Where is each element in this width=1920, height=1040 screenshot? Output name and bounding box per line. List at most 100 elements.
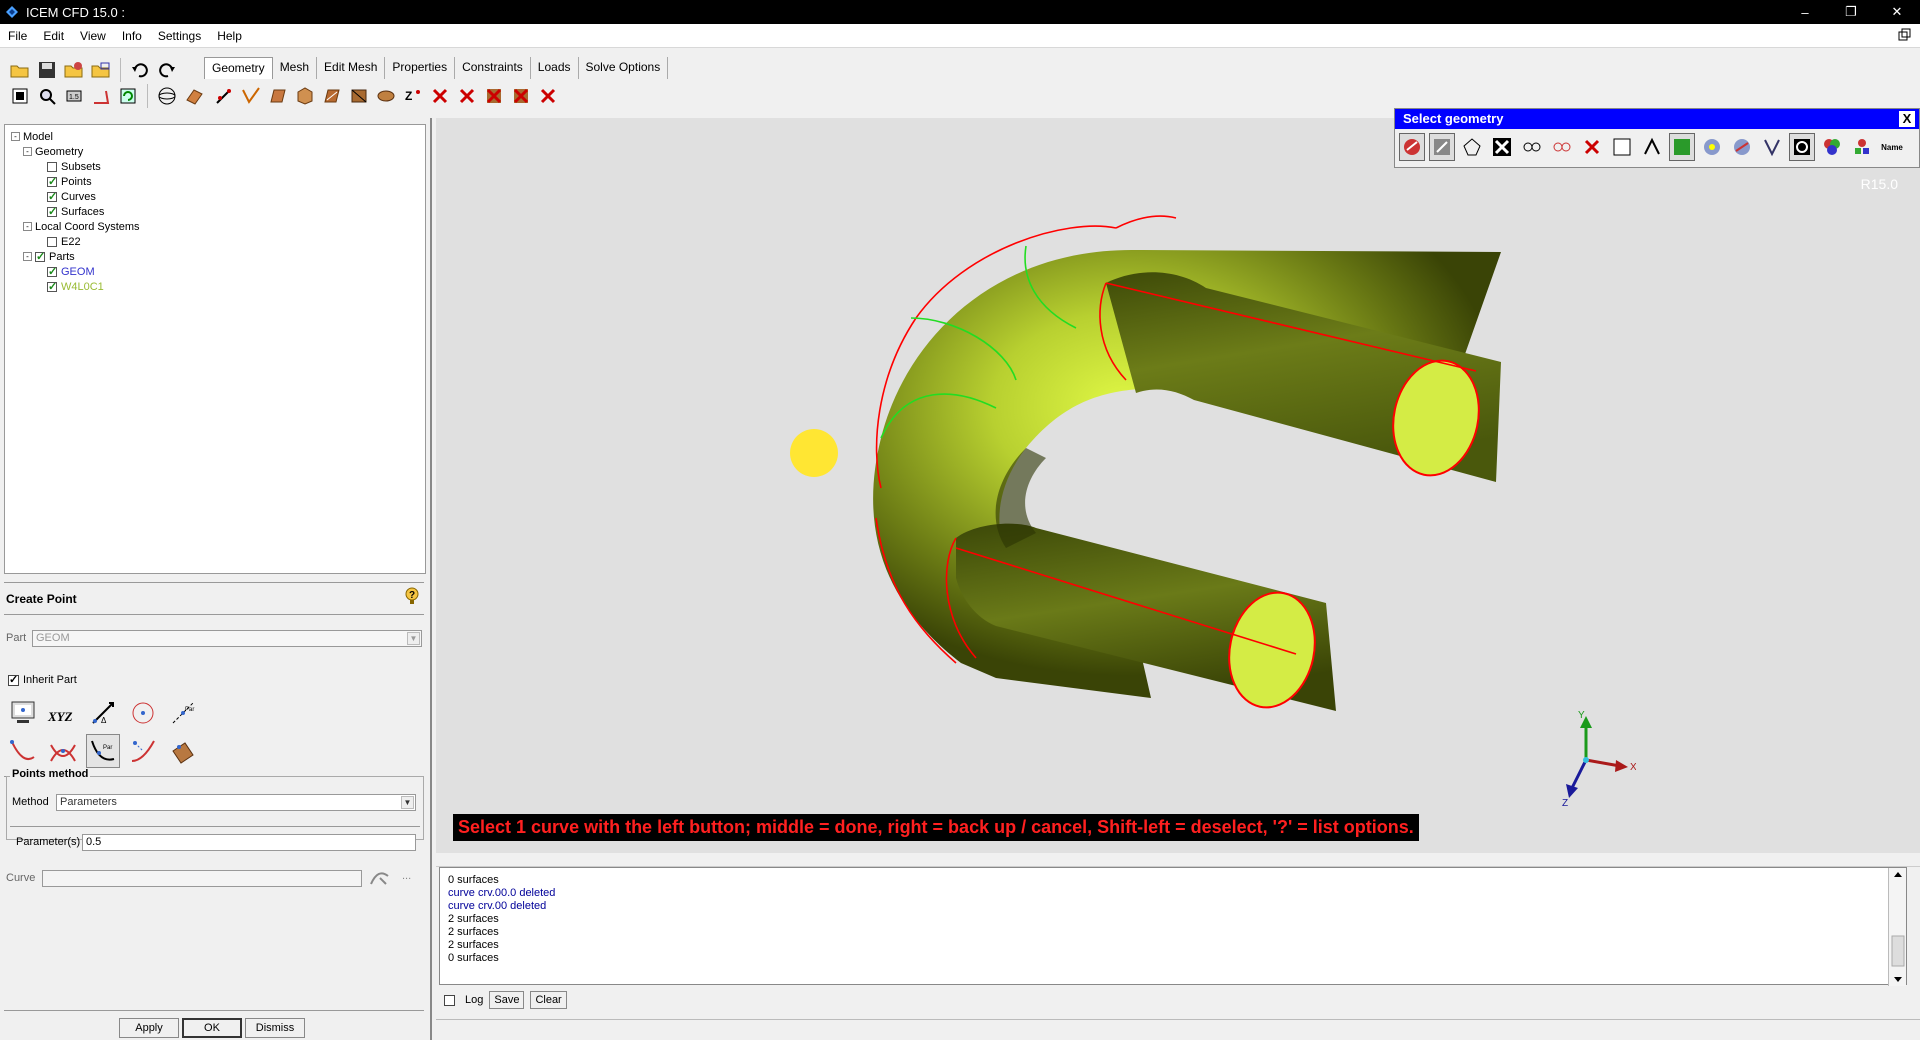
open-project-icon[interactable] xyxy=(8,58,32,82)
tree-item-parts[interactable]: - Parts xyxy=(11,249,419,264)
redo-icon[interactable] xyxy=(155,58,179,82)
inherit-part-row[interactable]: Inherit Part xyxy=(8,673,77,686)
select-visible-only-icon[interactable] xyxy=(1609,133,1635,161)
toggle-dynamic-icon[interactable] xyxy=(1399,133,1425,161)
minimize-button[interactable]: – xyxy=(1782,0,1828,24)
tree-item-curves[interactable]: Curves xyxy=(11,189,419,204)
tree-item-points[interactable]: Points xyxy=(11,174,419,189)
tree-visibility-checkbox[interactable] xyxy=(47,280,57,293)
select-by-part-icon[interactable] xyxy=(1819,133,1845,161)
curve-input[interactable] xyxy=(42,870,362,887)
menu-file[interactable]: File xyxy=(0,29,35,43)
message-log[interactable]: 0 surfaces curve crv.00.0 deleted curve … xyxy=(439,867,1907,986)
create-surface-icon[interactable] xyxy=(266,84,290,108)
save-project-icon[interactable] xyxy=(35,58,59,82)
tree-collapse-icon[interactable]: - xyxy=(23,252,32,261)
tree-visibility-checkbox[interactable] xyxy=(47,205,57,218)
cancel-selection-icon[interactable] xyxy=(1579,133,1605,161)
parameter-along-curve-icon[interactable]: Par xyxy=(86,734,120,768)
create-midsurface-icon[interactable]: Z xyxy=(401,84,425,108)
menu-settings[interactable]: Settings xyxy=(150,29,209,43)
tree-visibility-checkbox[interactable] xyxy=(47,190,57,203)
open-mesh-icon[interactable] xyxy=(89,58,113,82)
tree-visibility-checkbox[interactable] xyxy=(47,236,57,247)
explicit-coordinates-icon[interactable]: XYZ xyxy=(46,696,80,730)
tab-mesh[interactable]: Mesh xyxy=(272,57,318,79)
tree-item-geometry[interactable]: - Geometry xyxy=(11,144,419,159)
save-log-button[interactable]: Save xyxy=(489,991,525,1009)
tree-visibility-checkbox[interactable] xyxy=(35,250,45,263)
measure-angle-icon[interactable] xyxy=(89,84,113,108)
maximize-button[interactable]: ❐ xyxy=(1828,0,1874,24)
restore-window-icon[interactable] xyxy=(1898,28,1912,42)
delete-point-icon[interactable] xyxy=(428,84,452,108)
tree-item-w4l0c1[interactable]: W4L0C1 xyxy=(11,279,419,294)
select-bodies-icon[interactable] xyxy=(1759,133,1785,161)
wireframe-icon[interactable] xyxy=(155,84,179,108)
dismiss-button[interactable]: Dismiss xyxy=(245,1018,305,1038)
tree-item-subsets[interactable]: Subsets xyxy=(11,159,419,174)
curve-curve-intersection-icon[interactable] xyxy=(46,734,80,768)
tab-solve-options[interactable]: Solve Options xyxy=(578,57,669,79)
select-by-name-button[interactable]: Name xyxy=(1879,133,1905,161)
tree-visibility-checkbox[interactable] xyxy=(47,265,57,278)
base-point-delta-icon[interactable]: Δ xyxy=(86,696,120,730)
select-by-type-icon[interactable] xyxy=(1849,133,1875,161)
select-curve-icon[interactable] xyxy=(368,866,390,888)
select-points-icon[interactable] xyxy=(1699,133,1725,161)
menu-info[interactable]: Info xyxy=(114,29,150,43)
log-checkbox[interactable] xyxy=(444,994,455,1006)
tab-geometry[interactable]: Geometry xyxy=(204,57,273,79)
zoom-box-icon[interactable] xyxy=(35,84,59,108)
tab-properties[interactable]: Properties xyxy=(385,57,456,79)
inherit-part-checkbox[interactable] xyxy=(8,673,19,686)
tab-edit-mesh[interactable]: Edit Mesh xyxy=(317,57,386,79)
select-by-ribbon-icon[interactable] xyxy=(1549,133,1575,161)
clear-log-button[interactable]: Clear xyxy=(530,991,567,1009)
parameter-between-points-icon[interactable]: Par xyxy=(166,696,200,730)
ok-button[interactable]: OK xyxy=(182,1018,242,1038)
select-surfaces-icon[interactable] xyxy=(1729,133,1755,161)
tree-item-model[interactable]: - Model xyxy=(11,129,419,144)
project-point-to-curve-icon[interactable] xyxy=(126,734,160,768)
create-point-icon[interactable] xyxy=(212,84,236,108)
solid-icon[interactable] xyxy=(182,84,206,108)
tree-item-e22[interactable]: E22 xyxy=(11,234,419,249)
geometry-transform-icon[interactable] xyxy=(347,84,371,108)
undo-icon[interactable] xyxy=(128,58,152,82)
tab-loads[interactable]: Loads xyxy=(530,57,579,79)
select-in-subset-icon[interactable] xyxy=(1639,133,1665,161)
toggle-curves-icon[interactable] xyxy=(1669,133,1695,161)
message-scrollbar[interactable] xyxy=(1888,868,1906,986)
refresh-icon[interactable] xyxy=(116,84,140,108)
u-tube-model[interactable] xyxy=(436,118,1920,853)
close-button[interactable]: ✕ xyxy=(1874,0,1920,24)
select-all-visible-icon[interactable] xyxy=(1489,133,1515,161)
method-select[interactable]: Parameters ▼ xyxy=(56,794,416,811)
select-items-in-polygon-icon[interactable] xyxy=(1429,133,1455,161)
tree-collapse-icon[interactable]: - xyxy=(11,132,20,141)
more-options-ellipsis[interactable]: ... xyxy=(402,870,411,882)
create-body-icon[interactable] xyxy=(293,84,317,108)
tree-item-local-coord-systems[interactable]: - Local Coord Systems xyxy=(11,219,419,234)
graphics-viewport[interactable]: R15.0 Y X Z Select 1 curve with the left… xyxy=(436,118,1920,853)
menu-view[interactable]: View xyxy=(72,29,114,43)
delete-curve-icon[interactable] xyxy=(455,84,479,108)
measure-distance-icon[interactable]: 1.5 xyxy=(62,84,86,108)
menu-help[interactable]: Help xyxy=(209,29,250,43)
fit-window-icon[interactable] xyxy=(8,84,32,108)
project-point-to-surface-icon[interactable] xyxy=(166,734,200,768)
tree-visibility-checkbox[interactable] xyxy=(47,175,57,188)
repair-geometry-icon[interactable] xyxy=(320,84,344,108)
tree-item-surfaces[interactable]: Surfaces xyxy=(11,204,419,219)
tree-collapse-icon[interactable]: - xyxy=(23,147,32,156)
select-in-polygon-icon[interactable] xyxy=(1459,133,1485,161)
restore-surface-icon[interactable] xyxy=(374,84,398,108)
parameters-input[interactable]: 0.5 xyxy=(82,834,416,851)
tree-item-geom[interactable]: GEOM xyxy=(11,264,419,279)
delete-body-icon[interactable] xyxy=(509,84,533,108)
select-all-icon[interactable] xyxy=(1519,133,1545,161)
tree-visibility-checkbox[interactable] xyxy=(47,161,57,172)
delete-any-entity-icon[interactable] xyxy=(536,84,560,108)
menu-edit[interactable]: Edit xyxy=(35,29,72,43)
